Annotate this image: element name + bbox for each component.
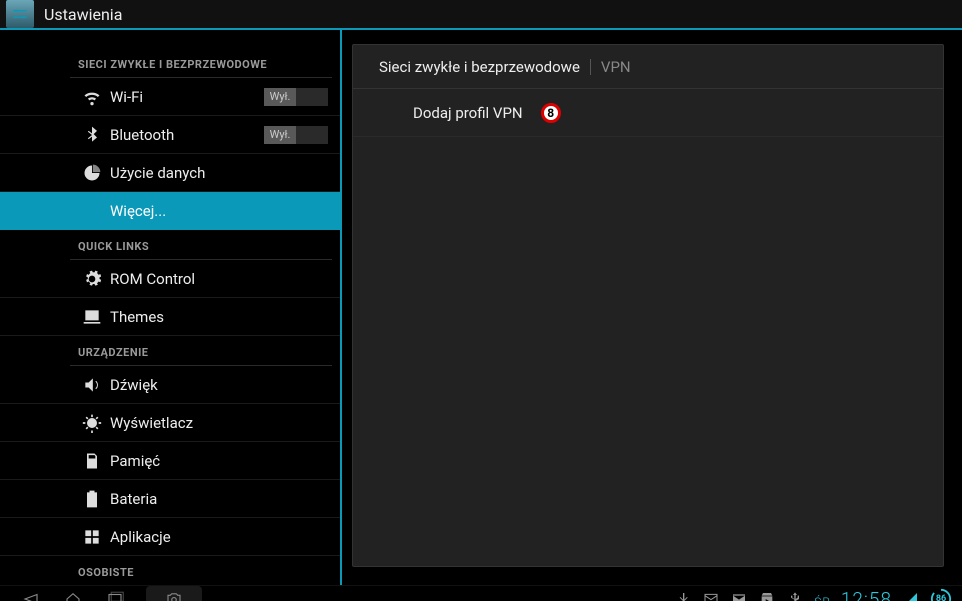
- sidebar-item-themes[interactable]: Themes: [0, 298, 340, 336]
- gmail-icon: [730, 590, 748, 601]
- recent-apps-button[interactable]: [94, 586, 136, 601]
- apps-icon: [82, 527, 102, 547]
- vpn-panel: Sieci zwykłe i bezprzewodowe VPN Dodaj p…: [352, 44, 944, 567]
- system-bar: ŚR. 12:58 86: [0, 585, 962, 601]
- settings-sidebar: SIECI ZWYKŁE I BEZPRZEWODOWE Wi-Fi Wył. …: [0, 30, 342, 585]
- section-header-wireless: SIECI ZWYKŁE I BEZPRZEWODOWE: [0, 48, 340, 77]
- sidebar-item-label: Aplikacje: [110, 528, 328, 546]
- brightness-icon: [82, 413, 102, 433]
- breadcrumb-separator: [590, 59, 591, 75]
- screenshot-button[interactable]: [146, 586, 202, 601]
- status-time: 12:58: [841, 588, 892, 601]
- back-button[interactable]: [10, 586, 52, 601]
- app-title: Ustawienia: [44, 5, 122, 24]
- action-bar: Ustawienia: [0, 0, 962, 30]
- add-vpn-profile-row[interactable]: Dodaj profil VPN 8: [353, 89, 943, 137]
- sidebar-item-label: Pamięć: [110, 452, 328, 470]
- sidebar-item-label: ROM Control: [110, 270, 328, 288]
- status-clock: ŚR. 12:58: [814, 588, 892, 601]
- sidebar-item-data-usage[interactable]: Użycie danych: [0, 154, 340, 192]
- sidebar-item-wifi[interactable]: Wi-Fi Wył.: [0, 78, 340, 116]
- usb-icon: [786, 590, 804, 601]
- sound-icon: [82, 375, 102, 395]
- battery-icon: [82, 489, 102, 509]
- wifi-toggle[interactable]: Wył.: [264, 88, 328, 106]
- sidebar-item-rom-control[interactable]: ROM Control: [0, 260, 340, 298]
- themes-icon: [82, 307, 102, 327]
- breadcrumb: Sieci zwykłe i bezprzewodowe VPN: [353, 45, 943, 89]
- section-header-quicklinks: QUICK LINKS: [0, 230, 340, 259]
- sidebar-item-bluetooth[interactable]: Bluetooth Wył.: [0, 116, 340, 154]
- battery-pct: 86: [930, 588, 952, 601]
- sidebar-item-label: Wyświetlacz: [110, 414, 328, 432]
- gear-icon: [82, 269, 102, 289]
- section-header-device: URZĄDZENIE: [0, 336, 340, 365]
- download-icon: [674, 590, 692, 601]
- breadcrumb-main: Sieci zwykłe i bezprzewodowe: [379, 58, 580, 76]
- status-tray[interactable]: ŚR. 12:58 86: [674, 588, 952, 601]
- section-header-personal: OSOBISTE: [0, 556, 340, 585]
- sidebar-item-label: Wi-Fi: [110, 88, 264, 106]
- step-badge: 8: [541, 103, 561, 123]
- sidebar-item-label: Themes: [110, 308, 328, 326]
- sidebar-item-label: Bluetooth: [110, 126, 264, 144]
- sidebar-item-sound[interactable]: Dźwięk: [0, 366, 340, 404]
- breadcrumb-sub: VPN: [601, 58, 631, 76]
- sidebar-item-storage[interactable]: Pamięć: [0, 442, 340, 480]
- sidebar-item-more[interactable]: Więcej...: [0, 192, 340, 230]
- mail-icon: [702, 590, 720, 601]
- wifi-icon: [82, 87, 102, 107]
- bluetooth-icon: [82, 125, 102, 145]
- signal-icon: [902, 590, 920, 601]
- sidebar-item-label: Dźwięk: [110, 376, 328, 394]
- storage-icon: [82, 451, 102, 471]
- content-area: SIECI ZWYKŁE I BEZPRZEWODOWE Wi-Fi Wył. …: [0, 30, 962, 585]
- sidebar-item-label: Więcej...: [110, 202, 328, 220]
- status-day: ŚR.: [814, 595, 835, 601]
- sidebar-item-apps[interactable]: Aplikacje: [0, 518, 340, 556]
- bluetooth-toggle[interactable]: Wył.: [264, 126, 328, 144]
- add-vpn-label: Dodaj profil VPN: [413, 104, 523, 122]
- battery-status: 86: [930, 588, 952, 601]
- sidebar-item-label: Bateria: [110, 490, 328, 508]
- home-button[interactable]: [52, 586, 94, 601]
- main-area: Sieci zwykłe i bezprzewodowe VPN Dodaj p…: [342, 30, 962, 585]
- sidebar-item-battery[interactable]: Bateria: [0, 480, 340, 518]
- sidebar-item-display[interactable]: Wyświetlacz: [0, 404, 340, 442]
- play-store-icon: [758, 590, 776, 601]
- settings-app-icon: [6, 0, 34, 28]
- data-usage-icon: [82, 163, 102, 183]
- sidebar-item-label: Użycie danych: [110, 164, 328, 182]
